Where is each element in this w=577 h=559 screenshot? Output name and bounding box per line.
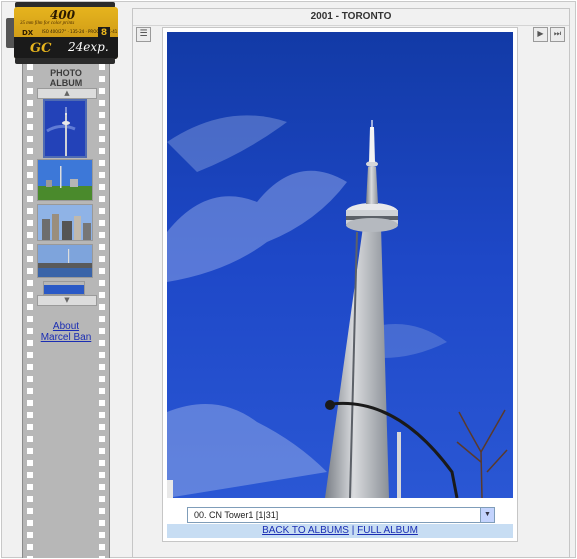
album-heading: 2001 - TORONTO bbox=[310, 11, 392, 22]
menu-button[interactable]: ☰ bbox=[136, 27, 151, 42]
photo-album-title: PHOTO ALBUM bbox=[35, 68, 97, 88]
thumbnail-city-buildings[interactable] bbox=[37, 204, 93, 241]
about-link-line1[interactable]: About bbox=[23, 321, 109, 332]
film-iso: 400 bbox=[50, 8, 76, 22]
film-dx-code: DX bbox=[22, 29, 34, 37]
photo-select-value: 00. CN Tower1 [1|31] bbox=[194, 510, 279, 520]
next-photo-button[interactable]: ▶ bbox=[533, 27, 548, 42]
thumbnail-cn-tower[interactable] bbox=[43, 99, 87, 158]
film-description: 35 mm film for color prints bbox=[20, 21, 75, 26]
heading-divider bbox=[133, 25, 569, 26]
main-photo-cn-tower bbox=[167, 32, 513, 498]
film-exposures: 24exp. bbox=[68, 40, 109, 54]
thumbnail-scroll-down-button[interactable]: ▼ bbox=[37, 295, 97, 306]
thumbnail-scroll-up-button[interactable]: ▲ bbox=[37, 88, 97, 99]
skip-last-icon: ⏭ bbox=[553, 29, 562, 38]
canister-body: 400 35 mm film for color prints DX ISO 4… bbox=[14, 7, 118, 59]
thumbnail-sky[interactable] bbox=[43, 281, 85, 295]
back-to-albums-link[interactable]: BACK TO ALBUMS bbox=[262, 525, 349, 536]
last-photo-button[interactable]: ⏭ bbox=[550, 27, 565, 42]
play-next-icon: ▶ bbox=[537, 29, 544, 38]
photo-select-dropdown[interactable]: 00. CN Tower1 [1|31] ▼ bbox=[187, 507, 495, 523]
album-links-bar: BACK TO ALBUMS | FULL ALBUM bbox=[167, 524, 513, 538]
film-perforations-left bbox=[27, 64, 33, 558]
album-title-line1: PHOTO bbox=[50, 68, 82, 78]
link-separator: | bbox=[351, 525, 355, 536]
about-link[interactable]: About Marcel Ban bbox=[23, 321, 109, 343]
full-album-link[interactable]: FULL ALBUM bbox=[357, 525, 418, 536]
photo-frame: 00. CN Tower1 [1|31] ▼ BACK TO ALBUMS | … bbox=[162, 27, 518, 542]
thumbnail-toronto-park[interactable] bbox=[37, 159, 93, 201]
filmstrip-sidebar: PHOTO ALBUM ▲ ▼ About Marcel Ban bbox=[22, 64, 110, 558]
chevron-down-icon: ▼ bbox=[64, 296, 70, 304]
main-panel: 2001 - TORONTO ☰ ▶ ⏭ 00. CN Tower1 [1|31… bbox=[132, 8, 570, 558]
film-brand: GC bbox=[30, 41, 52, 56]
film-canister-logo: 400 35 mm film for color prints DX ISO 4… bbox=[5, 2, 120, 64]
film-perforations-right bbox=[99, 64, 105, 558]
chevron-up-icon: ▲ bbox=[64, 89, 70, 97]
album-title-line2: ALBUM bbox=[49, 78, 83, 88]
about-link-line2[interactable]: Marcel Ban bbox=[23, 332, 109, 343]
menu-icon: ☰ bbox=[139, 29, 148, 39]
thumbnail-lake-view[interactable] bbox=[37, 244, 93, 278]
chevron-down-icon[interactable]: ▼ bbox=[480, 508, 494, 522]
